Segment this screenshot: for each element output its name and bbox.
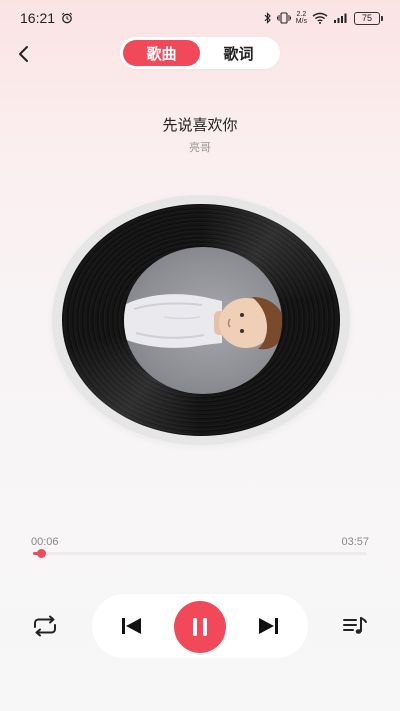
- tab-song[interactable]: 歌曲: [123, 40, 200, 66]
- status-bar: 16:21 2.2 M/s 75: [0, 0, 400, 36]
- vinyl-disc: [52, 195, 350, 445]
- previous-button[interactable]: [118, 612, 146, 640]
- status-icons: 2.2 M/s 75: [264, 11, 383, 25]
- vibrate-icon: [276, 12, 291, 24]
- next-button[interactable]: [254, 612, 282, 640]
- net-speed-value: 2.2: [296, 11, 307, 18]
- pause-icon: [193, 618, 207, 636]
- album-cover-art: [124, 247, 282, 394]
- cover-portrait-image: [124, 294, 282, 350]
- net-speed-unit: M/s: [295, 18, 307, 25]
- vinyl-record: [62, 204, 340, 436]
- progress-thumb[interactable]: [37, 549, 47, 558]
- alarm-icon: [61, 12, 73, 24]
- bluetooth-icon: [264, 12, 271, 24]
- repeat-icon: [34, 615, 56, 637]
- song-title: 先说喜欢你: [162, 116, 238, 134]
- back-button[interactable]: [10, 40, 38, 68]
- signal-icon: [334, 13, 347, 23]
- time-elapsed: 00:06: [31, 536, 59, 548]
- time-total: 03:57: [341, 536, 369, 548]
- net-speed: 2.2 M/s: [296, 11, 307, 25]
- skip-previous-icon: [122, 618, 141, 634]
- song-artist: 亮哥: [189, 141, 211, 154]
- playlist-button[interactable]: [340, 612, 370, 640]
- back-chevron-icon: [19, 46, 28, 62]
- tab-lyrics-label: 歌词: [223, 44, 254, 63]
- status-time: 16:21: [20, 10, 56, 26]
- battery-indicator: 75: [354, 11, 383, 25]
- tab-switch: 歌曲 歌词: [120, 37, 280, 69]
- tab-lyrics[interactable]: 歌词: [200, 40, 277, 66]
- wifi-icon: [312, 12, 328, 24]
- battery-level: 75: [361, 13, 372, 23]
- skip-next-icon: [259, 618, 278, 634]
- tab-song-label: 歌曲: [146, 44, 177, 63]
- progress-bar[interactable]: [33, 549, 367, 558]
- repeat-button[interactable]: [30, 612, 60, 640]
- playlist-icon: [343, 617, 367, 634]
- pause-button[interactable]: [174, 601, 226, 653]
